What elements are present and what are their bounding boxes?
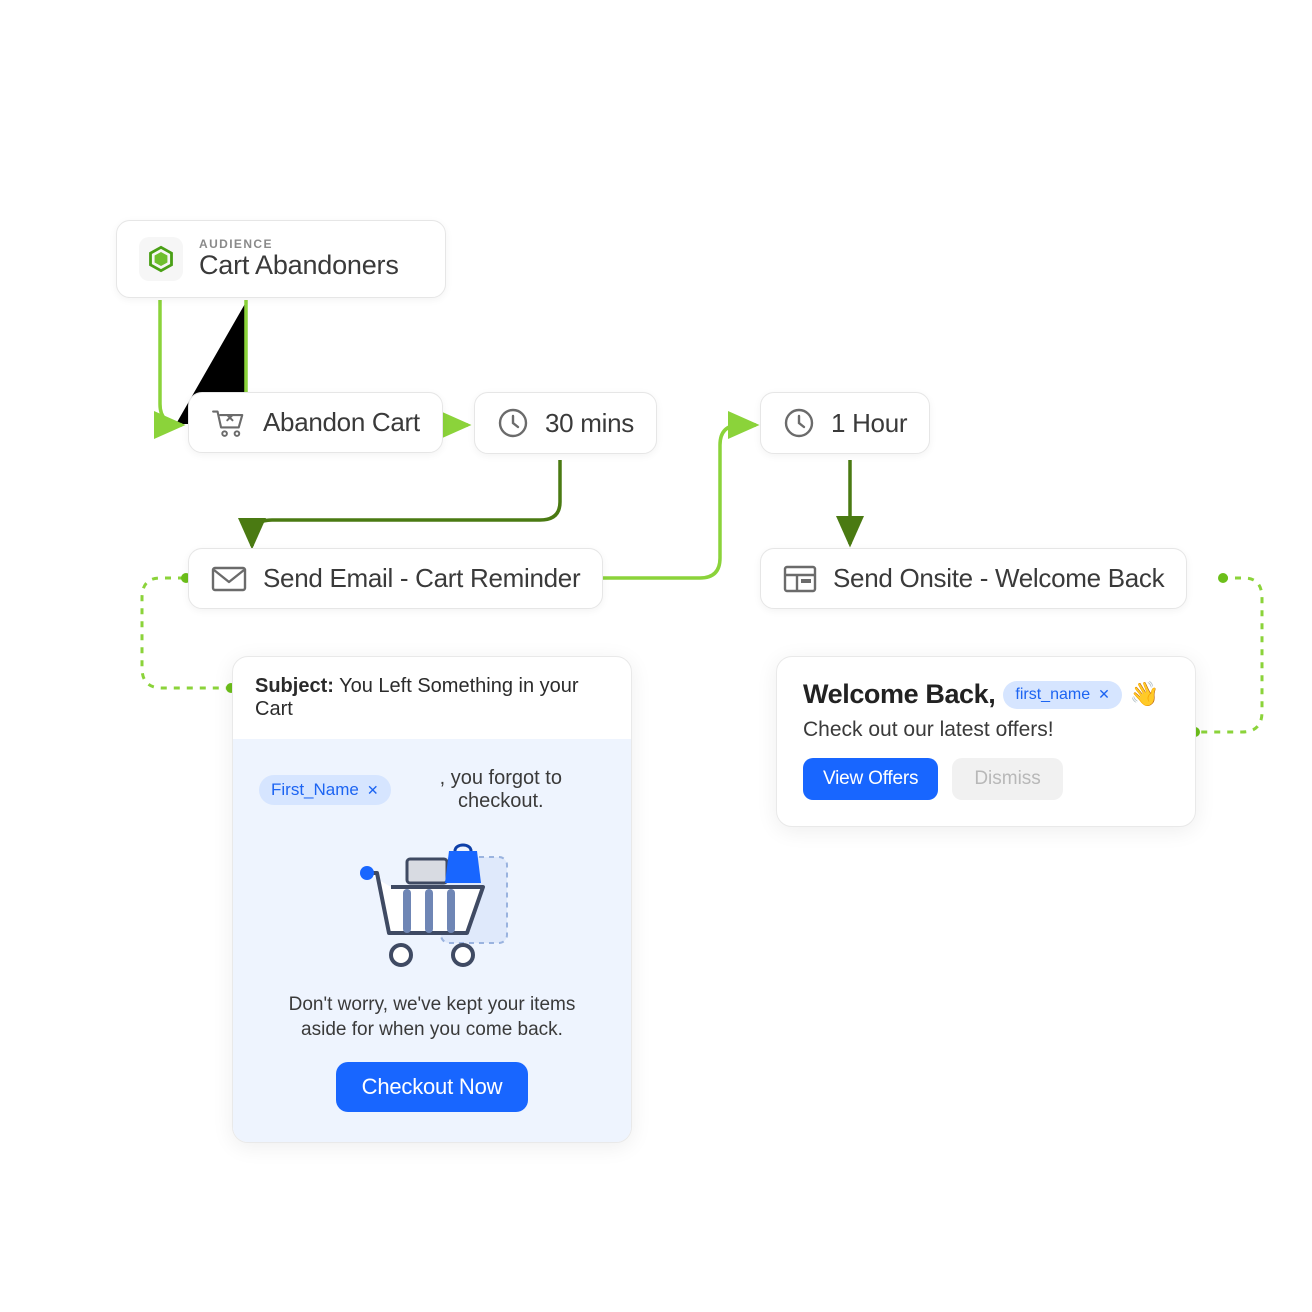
action-send-onsite[interactable]: Send Onsite - Welcome Back [760,548,1187,609]
view-offers-button[interactable]: View Offers [803,758,938,800]
email-subject-line: Subject: You Left Something in your Cart [233,657,631,739]
wave-emoji: 👋 [1130,680,1160,709]
tag-text: First_Name [271,780,359,800]
connector-dot [1218,573,1228,583]
cart-illustration [337,829,527,979]
tag-remove-icon[interactable]: ✕ [367,782,379,799]
audience-title: Cart Abandoners [199,251,399,281]
node-label: 30 mins [545,408,634,439]
node-label: 1 Hour [831,408,907,439]
wait-30-mins[interactable]: 30 mins [474,392,657,454]
wait-1-hour[interactable]: 1 Hour [760,392,930,454]
audience-kicker: AUDIENCE [199,238,399,251]
dismiss-button[interactable]: Dismiss [952,758,1063,800]
trigger-abandon-cart[interactable]: Abandon Cart [188,392,443,453]
node-label: Send Email - Cart Reminder [263,563,580,594]
clock-icon [497,407,529,439]
clock-icon [783,407,815,439]
popup-layout-icon [783,564,817,594]
subject-label: Subject: [255,675,334,697]
email-body-text: Don't worry, we've kept your items aside… [273,993,591,1042]
merge-tag-first-name[interactable]: First_Name ✕ [259,775,391,805]
popup-subtitle: Check out our latest offers! [803,718,1169,742]
popup-title: Welcome Back, [803,679,995,710]
tag-text: first_name [1015,686,1090,704]
onsite-popup-preview: Welcome Back, first_name ✕ 👋 Check out o… [776,656,1196,827]
email-body: First_Name ✕ , you forgot to checkout. [233,739,631,1142]
greeting-rest: , you forgot to checkout. [397,767,605,813]
merge-tag-first-name[interactable]: first_name ✕ [1003,681,1121,709]
cart-x-icon [211,408,247,438]
tag-remove-icon[interactable]: ✕ [1098,686,1110,703]
audience-node[interactable]: AUDIENCE Cart Abandoners [116,220,446,298]
mail-icon [211,565,247,593]
checkout-now-button[interactable]: Checkout Now [336,1062,529,1112]
node-label: Abandon Cart [263,407,420,438]
node-label: Send Onsite - Welcome Back [833,563,1164,594]
email-preview-card: Subject: You Left Something in your Cart… [232,656,632,1143]
action-send-email[interactable]: Send Email - Cart Reminder [188,548,603,609]
segment-icon [139,237,183,281]
